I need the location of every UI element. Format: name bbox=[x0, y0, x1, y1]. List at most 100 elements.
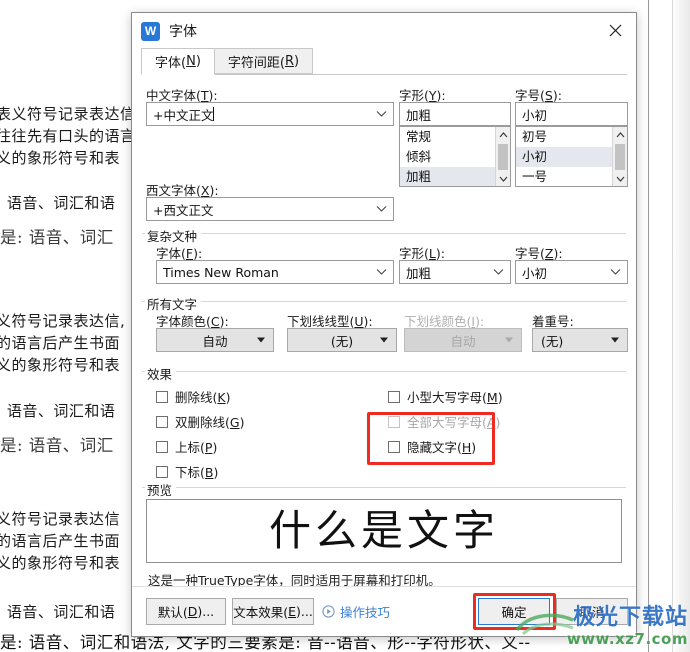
font-size-list-items: 初号 小初 一号 bbox=[516, 127, 612, 186]
default-label-post: )... bbox=[197, 604, 215, 619]
cb-label-post: ) bbox=[239, 415, 245, 430]
text-caret bbox=[213, 107, 215, 121]
document-text-line: 义的象形符号和表 bbox=[0, 356, 121, 374]
dialog-titlebar[interactable]: 字体 bbox=[132, 13, 636, 49]
cb-label-post: ) bbox=[225, 390, 231, 405]
preview-group-title: 预览 bbox=[145, 480, 177, 499]
cancel-button[interactable]: 取消 bbox=[556, 598, 628, 625]
underline-style-dropdown[interactable]: (无) bbox=[287, 328, 397, 352]
checkbox-box-icon[interactable] bbox=[156, 415, 168, 428]
cn-font-input[interactable]: +中文正文 bbox=[146, 102, 394, 126]
font-style-listbox[interactable]: 常规 倾斜 加粗 bbox=[399, 126, 511, 187]
tab-font-label-pre: 字体( bbox=[155, 56, 187, 71]
cb-label-post: ) bbox=[495, 415, 501, 430]
cs-style-label-pre: 字形( bbox=[399, 246, 429, 261]
default-button[interactable]: 默认(D)... bbox=[146, 598, 226, 625]
chevron-up-glyph bbox=[616, 131, 625, 137]
checkbox-hidden-text[interactable]: 隐藏文字(H) bbox=[388, 437, 476, 456]
list-item[interactable]: 小初 bbox=[516, 147, 612, 167]
text-effects-button[interactable]: 文本效果(E)... bbox=[232, 598, 314, 625]
dialog-body: 中文字体(T): +中文正文 西文字体(X): +西文正文 字形(Y): 加粗 … bbox=[132, 75, 636, 589]
list-item[interactable]: 加粗 bbox=[400, 167, 495, 186]
underline-color-value: 自动 bbox=[450, 333, 476, 349]
font-size-input[interactable]: 小初 bbox=[515, 102, 628, 126]
scrollbar-thumb[interactable] bbox=[498, 144, 508, 170]
font-style-label-pre: 字形( bbox=[399, 88, 429, 103]
preview-sample-text: 什么是文字 bbox=[268, 506, 499, 555]
chevron-up-glyph bbox=[499, 131, 508, 137]
checkbox-box-icon[interactable] bbox=[156, 465, 168, 478]
list-item[interactable]: 倾斜 bbox=[400, 147, 495, 167]
close-icon[interactable] bbox=[594, 13, 636, 47]
checkbox-box-icon[interactable] bbox=[388, 390, 400, 403]
checkbox-superscript[interactable]: 上标(P) bbox=[156, 437, 217, 456]
checkbox-subscript[interactable]: 下标(B) bbox=[156, 462, 218, 481]
chevron-down-icon[interactable] bbox=[376, 206, 387, 213]
font-size-scrollbar[interactable] bbox=[612, 127, 627, 186]
checkbox-box-icon[interactable] bbox=[156, 390, 168, 403]
underline-style-value: (无) bbox=[330, 333, 354, 349]
font-style-input[interactable]: 加粗 bbox=[399, 102, 511, 126]
cs-style-input[interactable]: 加粗 bbox=[399, 260, 511, 284]
all-text-row: 字体颜色(C): 自动 下划线线型(U): (无) 下划线颜色(I): 自动 着… bbox=[142, 311, 628, 363]
document-text-line: : 语音、词汇和语 bbox=[0, 194, 116, 212]
cb-accel: H bbox=[461, 440, 472, 455]
tab-font[interactable]: 字体(N) bbox=[141, 48, 215, 75]
checkbox-label: 双删除线(G) bbox=[175, 412, 244, 431]
chevron-down-icon[interactable] bbox=[376, 111, 387, 118]
tab-character-spacing[interactable]: 字符间距(R) bbox=[213, 48, 314, 74]
texteffect-label-post: )... bbox=[296, 604, 313, 619]
cs-font-label-post: ): bbox=[193, 246, 203, 261]
cn-font-value: +中文正文 bbox=[153, 107, 214, 123]
scroll-down-icon[interactable] bbox=[613, 171, 627, 186]
chevron-down-glyph bbox=[499, 176, 508, 182]
checkbox-small-caps[interactable]: 小型大写字母(M) bbox=[388, 387, 503, 406]
complex-script-group: 复杂文种 字体(F): Times New Roman 字形(L): 加粗 字号… bbox=[142, 226, 628, 293]
preview-row: 什么是文字 这是一种TrueType字体，同时适用于屏幕和打印机。 bbox=[142, 499, 626, 589]
cs-size-label-post: ): bbox=[553, 246, 563, 261]
scrollbar-thumb[interactable] bbox=[615, 144, 625, 170]
list-item[interactable]: 一号 bbox=[516, 167, 612, 186]
dialog-footer: 默认(D)... 文本效果(E)... 操作技巧 确定 取消 bbox=[132, 586, 636, 636]
cs-font-label-pre: 字体( bbox=[156, 246, 186, 261]
font-size-label-post: ): bbox=[552, 88, 562, 103]
cs-font-input[interactable]: Times New Roman bbox=[156, 260, 394, 284]
document-scroll-gutter[interactable] bbox=[672, 0, 690, 652]
font-color-dropdown[interactable]: 自动 bbox=[156, 328, 274, 352]
document-text-line: 表义符号记录表达信 bbox=[0, 105, 136, 123]
checkbox-double-strikethrough[interactable]: 双删除线(G) bbox=[156, 412, 244, 431]
chevron-down-icon[interactable] bbox=[493, 269, 504, 276]
document-text-line: 是: 语音、词汇 bbox=[0, 228, 114, 247]
font-style-scrollbar[interactable] bbox=[495, 127, 510, 186]
font-color-label-accel: C bbox=[210, 314, 220, 329]
emphasis-mark-dropdown[interactable]: (无) bbox=[532, 328, 628, 352]
underline-style-label-accel: U bbox=[354, 314, 364, 329]
chevron-down-icon[interactable] bbox=[610, 269, 621, 276]
font-style-label-post: ): bbox=[436, 88, 446, 103]
all-text-group: 所有文字 字体颜色(C): 自动 下划线线型(U): (无) 下划线颜色(I):… bbox=[142, 294, 628, 363]
scroll-up-icon[interactable] bbox=[613, 127, 627, 142]
complex-script-row: 字体(F): Times New Roman 字形(L): 加粗 字号(Z): … bbox=[142, 243, 628, 293]
checkbox-box-icon[interactable] bbox=[388, 440, 400, 453]
scroll-up-icon[interactable] bbox=[496, 127, 510, 142]
list-item[interactable]: 常规 bbox=[400, 127, 495, 147]
ok-button[interactable]: 确定 bbox=[478, 598, 550, 625]
cb-label-post: ) bbox=[471, 440, 477, 455]
scroll-down-icon[interactable] bbox=[496, 171, 510, 186]
cb-label-post: ) bbox=[497, 390, 503, 405]
tab-font-accel: N bbox=[186, 54, 196, 69]
west-font-input[interactable]: +西文正文 bbox=[146, 197, 394, 221]
list-item[interactable]: 初号 bbox=[516, 127, 612, 147]
operation-tips-link[interactable]: 操作技巧 bbox=[322, 598, 390, 625]
tab-spacing-label-post: ) bbox=[294, 53, 300, 69]
page-edge-divider bbox=[648, 0, 649, 652]
font-size-listbox[interactable]: 初号 小初 一号 bbox=[515, 126, 628, 187]
checkbox-box-icon[interactable] bbox=[156, 440, 168, 453]
close-glyph bbox=[609, 24, 621, 36]
font-style-value: 加粗 bbox=[406, 107, 432, 123]
chevron-down-icon[interactable] bbox=[376, 269, 387, 276]
font-selection-section: 中文字体(T): +中文正文 西文字体(X): +西文正文 字形(Y): 加粗 … bbox=[142, 85, 628, 225]
cs-size-input[interactable]: 小初 bbox=[515, 260, 628, 284]
checkbox-strikethrough[interactable]: 删除线(K) bbox=[156, 387, 230, 406]
font-color-value: 自动 bbox=[202, 333, 228, 349]
